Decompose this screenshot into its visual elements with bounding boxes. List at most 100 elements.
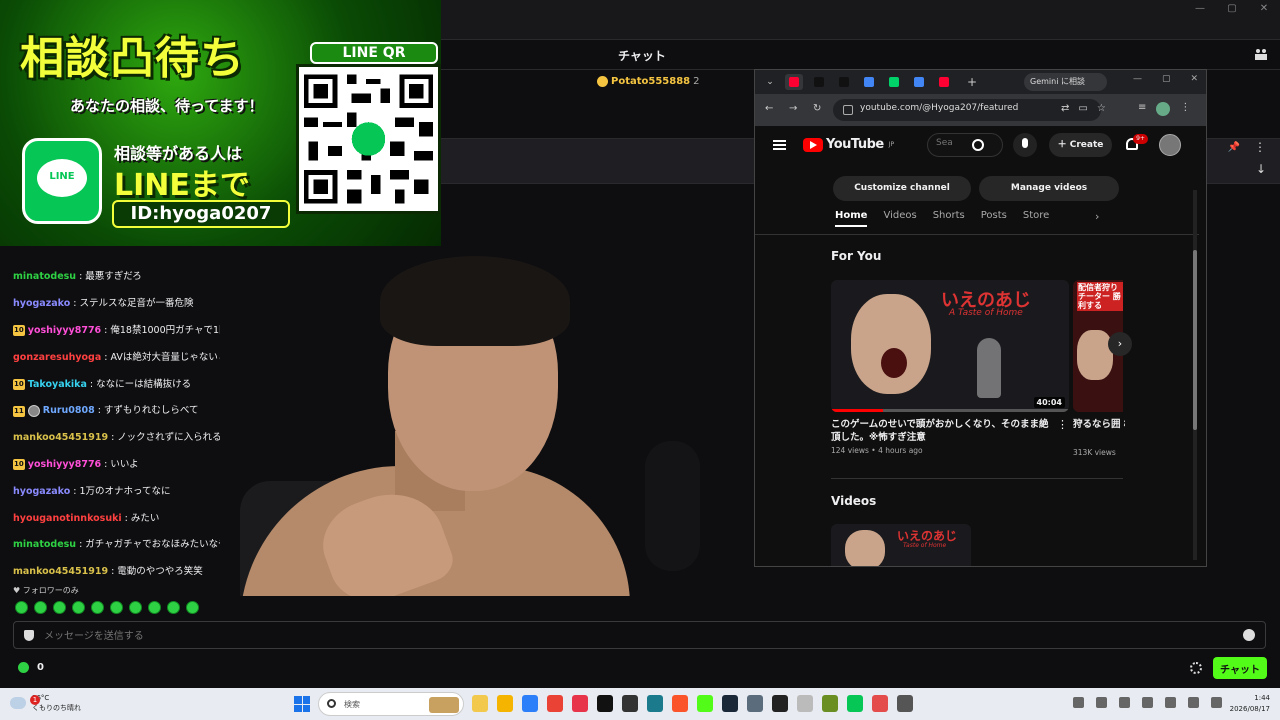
emote-10[interactable] — [186, 601, 199, 614]
browser-tab-1[interactable] — [785, 74, 803, 90]
tab-shorts[interactable]: Shorts — [933, 206, 965, 227]
emoji-icon[interactable] — [1243, 629, 1255, 641]
shield-icon[interactable] — [24, 630, 34, 641]
tray-network-icon[interactable] — [1188, 697, 1199, 708]
chat-message-input[interactable] — [44, 626, 1224, 646]
video1-thumbnail[interactable]: いえのあじ A Taste of Home 40:04 — [831, 280, 1069, 412]
browser-maximize-button[interactable]: ▢ — [1162, 74, 1171, 84]
maximize-button[interactable]: ▢ — [1216, 0, 1248, 18]
emote-3[interactable] — [53, 601, 66, 614]
taskbar-app-icon-12[interactable] — [747, 695, 763, 712]
tab-posts[interactable]: Posts — [981, 206, 1007, 227]
tab-home[interactable]: Home — [835, 206, 868, 227]
taskbar-search[interactable]: 検索 — [318, 692, 464, 716]
tabs-next-chevron-icon[interactable]: › — [1095, 210, 1099, 223]
video1-more-icon[interactable]: ⋮ — [1057, 418, 1068, 431]
scrollbar-thumb[interactable] — [1193, 250, 1197, 430]
chat-username[interactable]: hyouganotinnkosuki — [13, 512, 122, 526]
more-options-icon[interactable]: ⋮ — [1254, 140, 1266, 154]
taskbar-app-icon-11[interactable] — [722, 695, 738, 712]
video2-title[interactable]: 狩るなら囲 様に狩られ — [1073, 418, 1125, 431]
minimize-button[interactable]: — — [1184, 0, 1216, 18]
chat-username[interactable]: mankoo45451919 — [13, 431, 108, 445]
browser-menu-icon[interactable]: ⋮ — [1180, 102, 1190, 116]
tray-mic-icon[interactable] — [1119, 697, 1130, 708]
taskbar-app-icon-4[interactable] — [547, 695, 563, 712]
chat-username[interactable]: minatodesu — [13, 270, 76, 284]
weather-widget[interactable]: 1 26°C くもりのち晴れ — [10, 693, 81, 713]
back-arrow-icon[interactable]: ← — [765, 103, 773, 114]
tray-bluetooth-icon[interactable] — [1165, 697, 1176, 708]
translate-icon[interactable]: ⇄ — [1061, 103, 1069, 114]
chat-username[interactable]: hyogazako — [13, 297, 70, 311]
browser-minimize-button[interactable]: — — [1133, 74, 1142, 84]
taskbar-app-icon-16[interactable] — [847, 695, 863, 712]
cast-icon[interactable]: ▭ — [1078, 103, 1087, 114]
taskbar-app-icon-2[interactable] — [497, 695, 513, 712]
chat-username[interactable]: mankoo45451919 — [13, 565, 108, 579]
chat-username[interactable]: gonzaresuhyoga — [13, 351, 101, 365]
account-avatar[interactable] — [1159, 134, 1181, 156]
taskbar-app-icon-3[interactable] — [522, 695, 538, 712]
emote-8[interactable] — [148, 601, 161, 614]
carousel-next-icon[interactable]: › — [1108, 332, 1132, 356]
hamburger-menu-icon[interactable] — [773, 140, 786, 150]
taskbar-app-icon-14[interactable] — [797, 695, 813, 712]
taskbar-app-icon-8[interactable] — [647, 695, 663, 712]
bookmark-star-icon[interactable]: ☆ — [1097, 103, 1106, 114]
browser-close-button[interactable]: ✕ — [1190, 74, 1198, 84]
taskbar-app-icon-18[interactable] — [897, 695, 913, 712]
emote-7[interactable] — [129, 601, 142, 614]
browser-tab-6[interactable] — [910, 74, 928, 90]
video1-title[interactable]: このゲームのせいで頭がおかしくなり、そのまま絶頂した。※怖すぎ注意 — [831, 418, 1051, 444]
tray-volume-icon[interactable] — [1211, 697, 1222, 708]
profile-icon[interactable] — [1156, 102, 1171, 116]
browser-tab-5[interactable] — [885, 74, 903, 90]
pin-icon[interactable]: 📌 — [1228, 142, 1240, 153]
top-gifter[interactable]: Potato555888 2 — [597, 76, 700, 87]
taskbar-app-icon-15[interactable] — [822, 695, 838, 712]
emote-2[interactable] — [34, 601, 47, 614]
close-button[interactable]: ✕ — [1248, 0, 1280, 18]
windows-start-icon[interactable] — [294, 696, 310, 712]
taskbar-app-icon-5[interactable] — [572, 695, 588, 712]
tray-close-icon[interactable] — [1142, 697, 1153, 708]
users-icon[interactable] — [1254, 48, 1268, 60]
browser-tab-3[interactable] — [835, 74, 853, 90]
tab-search-chevron-icon[interactable]: ⌄ — [761, 74, 779, 90]
taskbar-app-icon-17[interactable] — [872, 695, 888, 712]
emote-5[interactable] — [91, 601, 104, 614]
taskbar-app-icon-6[interactable] — [597, 695, 613, 712]
manage-videos-button[interactable]: Manage videos — [979, 176, 1119, 201]
youtube-search-input[interactable] — [936, 138, 958, 148]
taskbar-app-icon-9[interactable] — [672, 695, 688, 712]
create-button[interactable]: ＋ Create — [1049, 133, 1112, 157]
taskbar-app-icon-10[interactable] — [697, 695, 713, 712]
chat-username[interactable]: minatodesu — [13, 538, 76, 552]
customize-channel-button[interactable]: Customize channel — [833, 176, 971, 201]
youtube-logo[interactable]: YouTube JP — [803, 137, 894, 152]
tray-app-icon[interactable] — [1096, 697, 1107, 708]
chat-username[interactable]: hyogazako — [13, 485, 70, 499]
browser-tab-2[interactable] — [810, 74, 828, 90]
settings-gear-icon[interactable] — [1190, 662, 1202, 674]
taskbar-app-icon-1[interactable] — [472, 695, 488, 712]
site-info-icon[interactable] — [843, 105, 853, 115]
forward-arrow-icon[interactable]: → — [789, 103, 797, 114]
taskbar-app-icon-7[interactable] — [622, 695, 638, 712]
browser-tab-7[interactable] — [935, 74, 953, 90]
emote-1[interactable] — [15, 601, 28, 614]
video3-thumbnail[interactable]: いえのあじ Taste of Home — [831, 524, 971, 566]
reload-icon[interactable]: ↻ — [813, 103, 821, 114]
gemini-button[interactable]: Gemini に相談 — [1024, 73, 1107, 91]
send-chat-button[interactable]: チャット — [1213, 657, 1267, 679]
search-icon[interactable] — [972, 139, 984, 151]
scroll-down-icon[interactable]: ↓ — [1256, 162, 1266, 176]
new-tab-button[interactable]: + — [963, 74, 981, 90]
chat-username[interactable]: yoshiyyy8776 — [28, 324, 101, 338]
taskbar-app-icon-13[interactable] — [772, 695, 788, 712]
reading-list-icon[interactable]: ≡ — [1138, 102, 1146, 116]
tab-videos[interactable]: Videos — [883, 206, 916, 227]
browser-tab-4[interactable] — [860, 74, 878, 90]
chat-username[interactable]: Ruru0808 — [43, 404, 95, 418]
